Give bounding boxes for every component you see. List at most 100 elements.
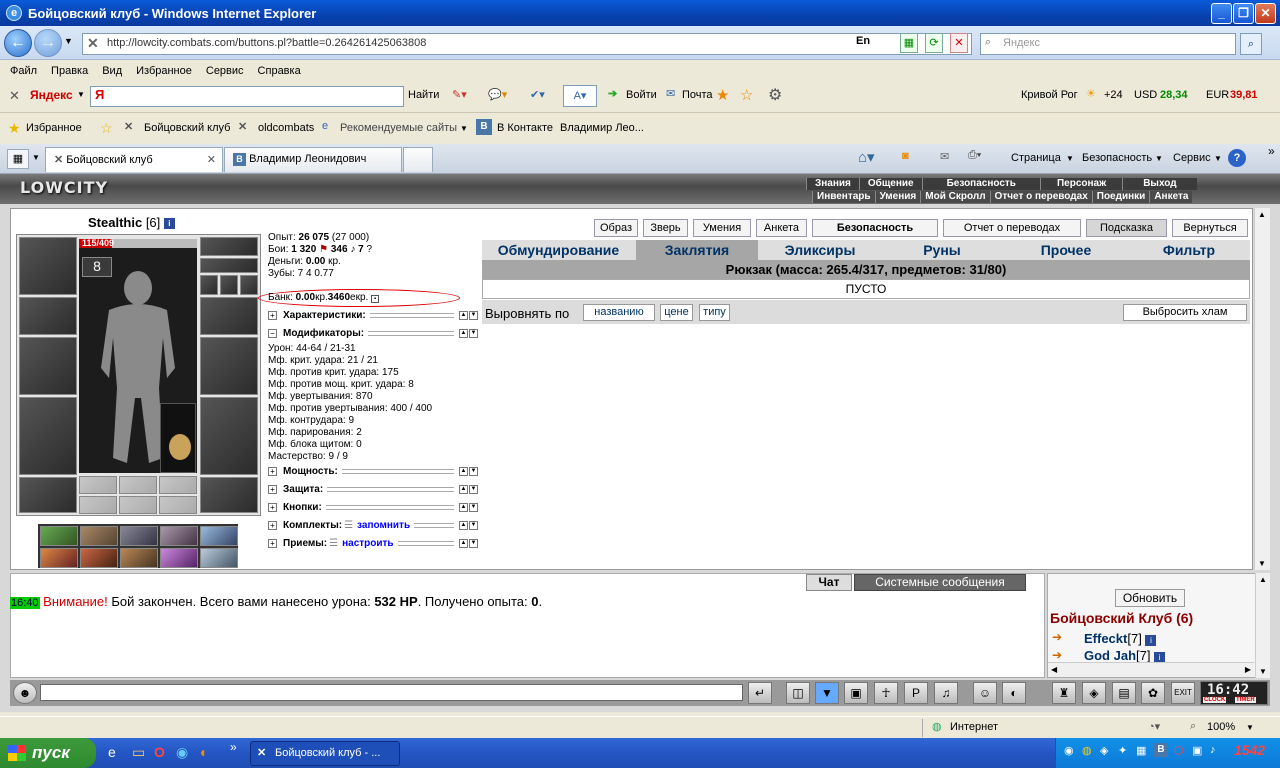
feeds-icon[interactable]: ◙: [902, 150, 909, 162]
tab-runes[interactable]: Руны: [882, 240, 1002, 260]
section-protection[interactable]: + Защита: ▲ ▼: [268, 484, 478, 495]
top-menu-transfers[interactable]: Отчет о переводах: [989, 191, 1092, 203]
security-button[interactable]: Безопасность: [812, 219, 938, 237]
top-menu-knowledge[interactable]: Знания: [806, 178, 859, 190]
player-nick[interactable]: Effeckt: [1084, 631, 1127, 646]
shield-icon[interactable]: ◈: [1082, 682, 1106, 704]
recommended-dropdown-icon[interactable]: ▼: [460, 124, 468, 133]
yandex-logo[interactable]: Яндекс: [30, 88, 73, 102]
tray-icon-2[interactable]: ◍: [1082, 744, 1092, 757]
search-go-button[interactable]: ⌕: [1240, 33, 1262, 55]
refresh-icon[interactable]: ⟳: [925, 33, 943, 53]
eur-rate[interactable]: 39,81: [1230, 89, 1258, 101]
scroll-down-icon[interactable]: ▼: [1258, 559, 1266, 568]
skill-slot-10[interactable]: [200, 548, 238, 568]
top-menu-communication[interactable]: Общение: [858, 178, 922, 190]
menu-help[interactable]: Справка: [258, 65, 301, 77]
skill-slot-7[interactable]: [80, 548, 118, 568]
armor-slot[interactable]: [19, 397, 77, 475]
player-name[interactable]: God Jah[7] i: [1084, 648, 1166, 662]
tools-menu[interactable]: Сервис: [1173, 152, 1211, 164]
menu-tools[interactable]: Сервис: [206, 65, 244, 77]
panel-scrollbar[interactable]: ▲ ▼: [1254, 208, 1270, 570]
weather-temp[interactable]: +24: [1104, 89, 1123, 101]
stop-icon[interactable]: ✕: [950, 33, 968, 53]
top-menu-skills[interactable]: Умения: [874, 191, 921, 203]
tab-other[interactable]: Прочее: [1004, 240, 1128, 260]
sort-by-type-button[interactable]: типу: [699, 304, 730, 321]
tab-equipment[interactable]: Обмундирование: [486, 240, 631, 260]
tray-vk-icon[interactable]: B: [1154, 743, 1168, 757]
smiles-icon[interactable]: ☺: [973, 682, 997, 704]
help-icon[interactable]: ?: [1228, 149, 1246, 167]
eraser-icon[interactable]: ◫: [786, 682, 810, 704]
search-input[interactable]: ⌕ Яндекс: [980, 33, 1236, 55]
down-arrow-icon[interactable]: ▼: [469, 485, 478, 494]
scroll-up-icon[interactable]: ▲: [1258, 210, 1266, 219]
tab-vladimir[interactable]: B Владимир Леонидович: [224, 147, 402, 172]
up-arrow-icon[interactable]: ▲: [459, 329, 468, 338]
down-arrow-icon[interactable]: ▼: [469, 539, 478, 548]
section-sets[interactable]: + Комплекты: ☰ запомнить ▲ ▼: [268, 520, 478, 531]
favorite-item-recommended[interactable]: Рекомендуемые сайты: [340, 122, 457, 134]
bag-icon[interactable]: ♜: [1052, 682, 1076, 704]
tab-elixirs[interactable]: Эликсиры: [760, 240, 880, 260]
page-menu[interactable]: Страница: [1011, 152, 1061, 164]
players-hscrollbar[interactable]: ◀ ▶: [1048, 662, 1254, 677]
down-arrow-icon[interactable]: ▼: [469, 311, 478, 320]
up-arrow-icon[interactable]: ▲: [459, 467, 468, 476]
zoom-level[interactable]: 100%: [1207, 721, 1235, 733]
section-characteristics[interactable]: + Характеристики: ▲ ▼: [268, 310, 478, 321]
yandex-search-input[interactable]: Я: [90, 86, 404, 107]
skills-button[interactable]: Умения: [693, 219, 751, 237]
down-arrow-icon[interactable]: ▼: [469, 329, 478, 338]
return-button[interactable]: Вернуться: [1172, 219, 1248, 237]
player-nick[interactable]: God Jah: [1084, 648, 1136, 662]
boots-slot[interactable]: [200, 477, 258, 513]
top-menu-fights[interactable]: Поединки: [1091, 191, 1150, 203]
tray-icon-5[interactable]: ▦: [1136, 744, 1146, 757]
safety-menu[interactable]: Безопасность: [1082, 152, 1152, 164]
add-favorite-icon[interactable]: ☆: [100, 120, 113, 137]
favorites-button[interactable]: Избранное: [26, 122, 82, 134]
expand-icon[interactable]: +: [268, 485, 277, 494]
top-menu-exit[interactable]: Выход: [1122, 178, 1196, 190]
volume-icon[interactable]: ♪: [1210, 744, 1216, 756]
tray-icon-7[interactable]: ⬡: [1174, 744, 1184, 757]
whisper-icon[interactable]: ➔: [1052, 630, 1062, 644]
quicklaunch-ie-icon[interactable]: e: [108, 744, 116, 760]
mail-icon[interactable]: ✉: [666, 87, 675, 100]
read-mail-icon[interactable]: ✉: [940, 150, 949, 163]
ring-slot-2[interactable]: [220, 275, 238, 295]
amulet-slot[interactable]: [200, 258, 258, 273]
menu-view[interactable]: Вид: [102, 65, 122, 77]
marker-icon[interactable]: ✎▾: [452, 88, 467, 101]
helmet-icon[interactable]: ◐: [1002, 682, 1026, 704]
quicklaunch-desktop-icon[interactable]: ▭: [132, 744, 145, 761]
skill-slot-4[interactable]: [160, 526, 198, 546]
discard-junk-button[interactable]: Выбросить хлам: [1123, 304, 1247, 321]
weather-city[interactable]: Кривой Рог: [1021, 89, 1078, 101]
login-icon[interactable]: ➔: [608, 87, 617, 100]
minimize-button[interactable]: _: [1211, 3, 1232, 24]
skill-slot-1[interactable]: [40, 526, 78, 546]
favorite-item-vk[interactable]: В Контакте: [497, 122, 553, 134]
language-indicator[interactable]: En: [856, 35, 870, 47]
scroll-up-icon[interactable]: ▲: [1259, 575, 1267, 584]
toolbar-chevron-icon[interactable]: »: [1268, 144, 1275, 158]
weapon-slot[interactable]: [19, 337, 77, 395]
close-button[interactable]: ✕: [1255, 3, 1276, 24]
tray-icon-4[interactable]: ✦: [1118, 744, 1127, 757]
system-messages-tab[interactable]: Системные сообщения: [854, 574, 1026, 591]
scroll-right-icon[interactable]: ▶: [1245, 665, 1251, 674]
skill-slot-5[interactable]: [200, 526, 238, 546]
menu-favorites[interactable]: Избранное: [136, 65, 192, 77]
pet-slot[interactable]: [160, 403, 196, 473]
sort-by-name-button[interactable]: названию: [583, 304, 655, 321]
expand-icon[interactable]: +: [268, 539, 277, 548]
forward-button[interactable]: →: [34, 29, 62, 57]
pocket-slot-2[interactable]: [119, 476, 157, 494]
down-arrow-icon[interactable]: ▼: [469, 521, 478, 530]
translate-icon[interactable]: A▾: [563, 85, 597, 107]
sort-by-price-button[interactable]: цене: [660, 304, 693, 321]
